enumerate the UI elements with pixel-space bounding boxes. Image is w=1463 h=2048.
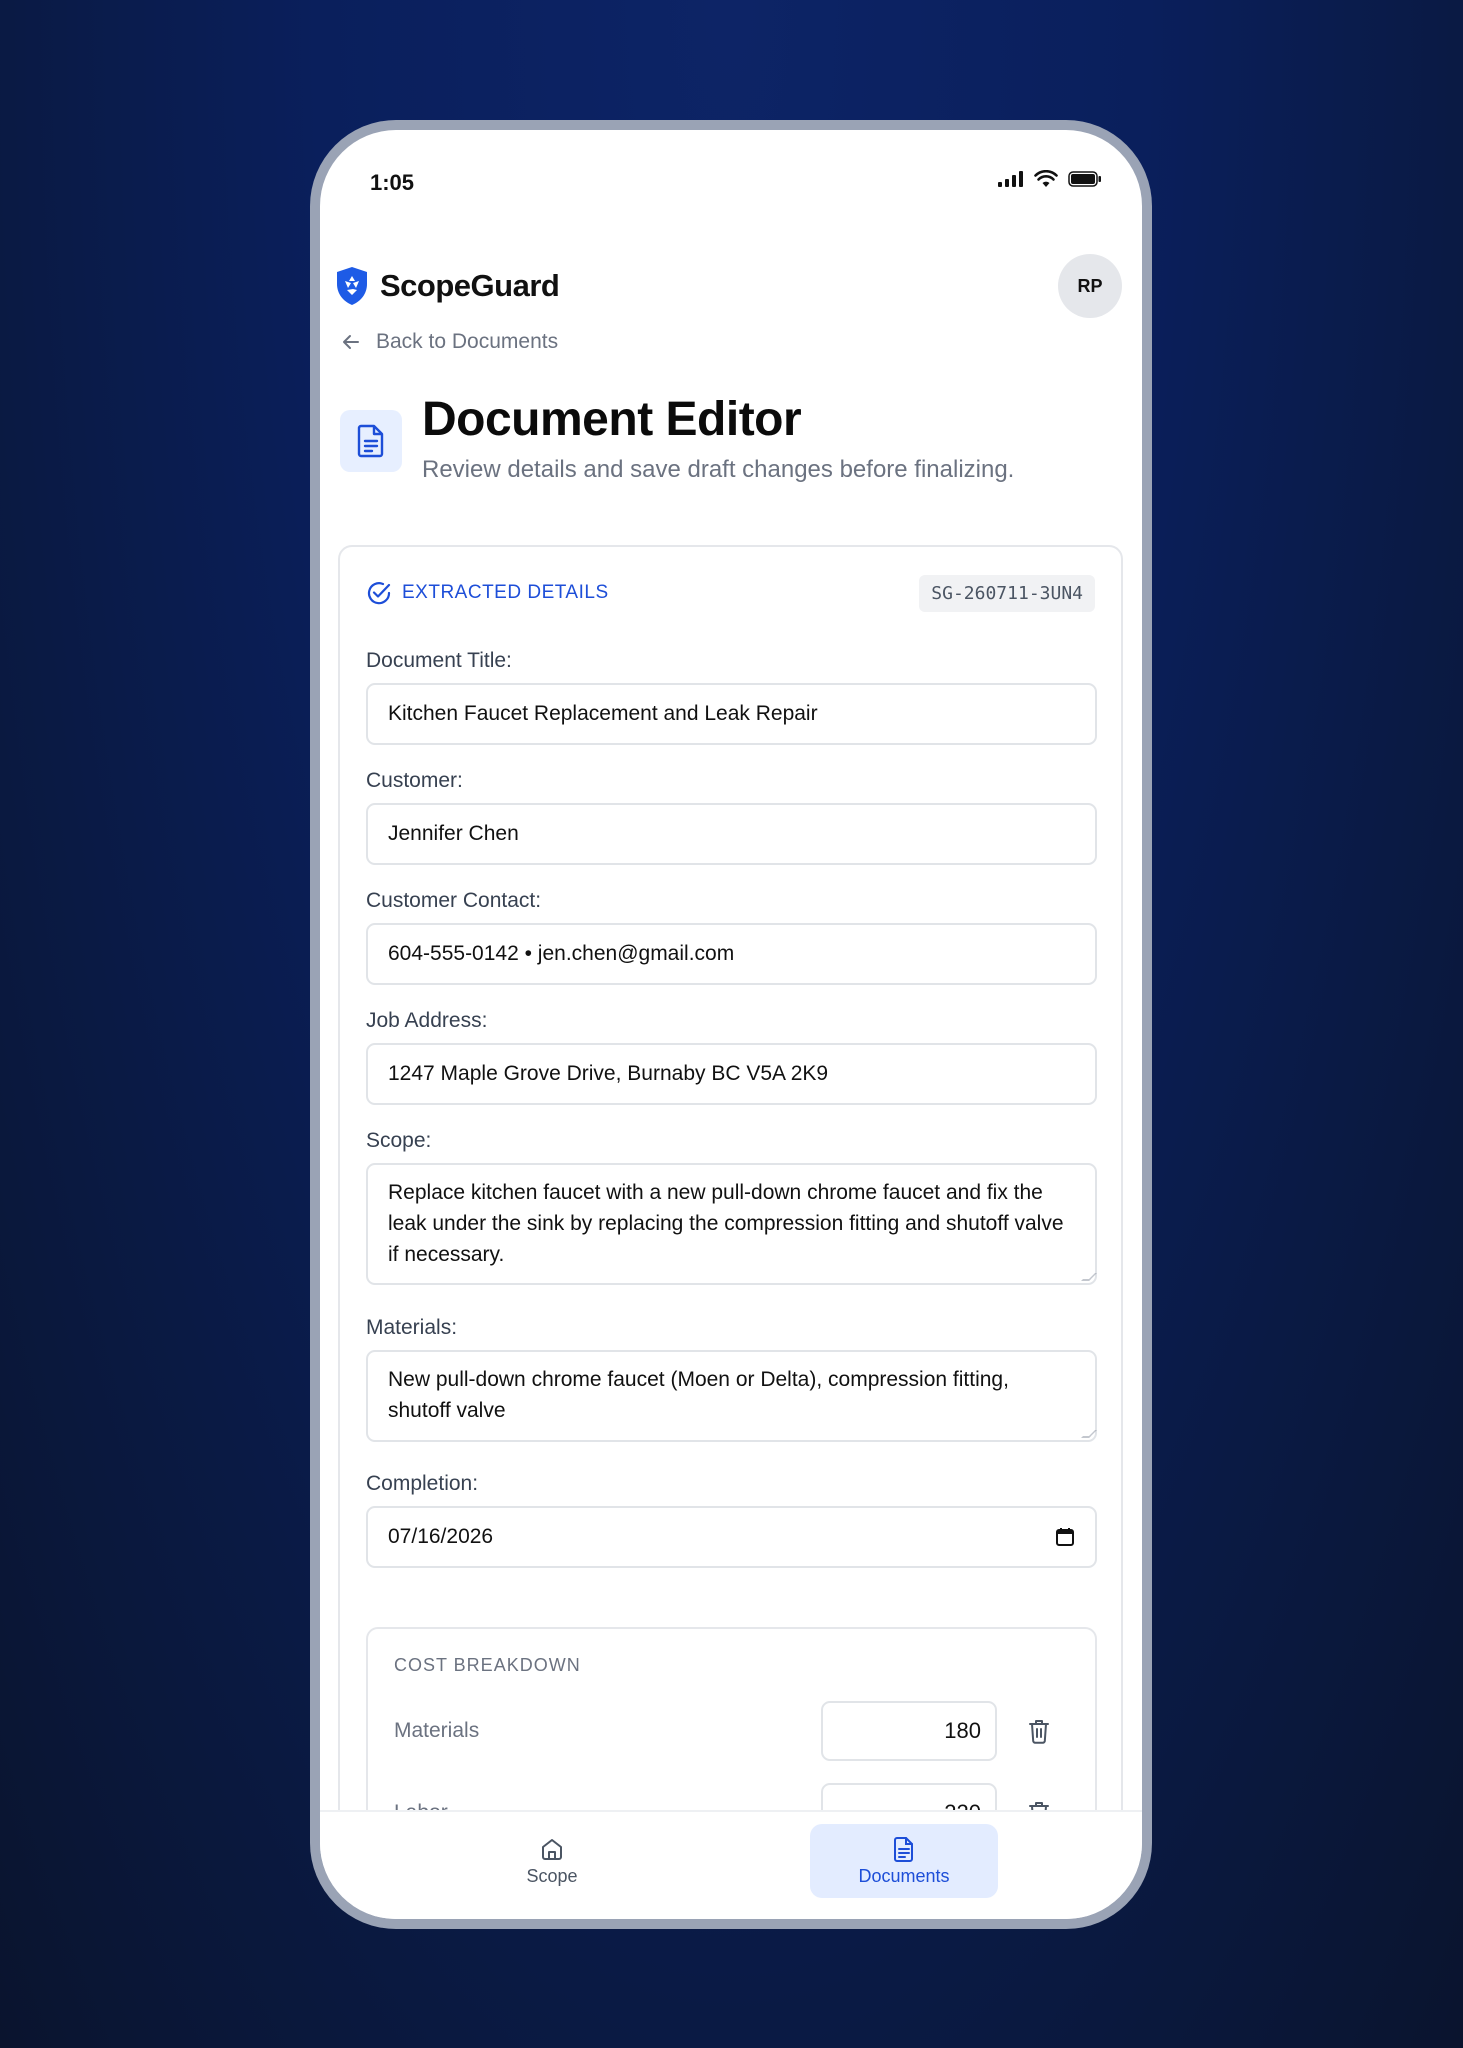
trash-icon xyxy=(1029,1802,1049,1810)
home-icon xyxy=(542,1838,562,1860)
tab-label: Scope xyxy=(526,1865,578,1886)
wifi-icon xyxy=(1034,170,1058,187)
document-badge xyxy=(340,410,402,472)
app-screen: 1:05 ScopeGuard RP Back to Documents Doc… xyxy=(320,130,1142,1919)
check-circle-icon xyxy=(367,582,391,605)
delete-row-button[interactable] xyxy=(1009,1800,1069,1810)
materials-label: Materials: xyxy=(366,1316,458,1339)
customer-input[interactable]: Jennifer Chen xyxy=(366,803,1097,865)
scope-text: Replace kitchen faucet with a new pull-d… xyxy=(388,1181,1064,1266)
completion-date-value: 07/16/2026 xyxy=(388,1525,494,1548)
extracted-details-label: EXTRACTED DETAILS xyxy=(366,580,609,606)
scope-field: Scope: Replace kitchen faucet with a new… xyxy=(366,1129,1097,1285)
tab-documents[interactable]: Documents xyxy=(810,1824,998,1898)
document-title-field: Document Title: Kitchen Faucet Replaceme… xyxy=(366,649,1097,745)
details-card-header: EXTRACTED DETAILS SG-260711-3UN4 xyxy=(366,573,1095,613)
cost-row-labor: Labor 220 xyxy=(394,1783,1069,1810)
customer-contact-input[interactable]: 604-555-0142 • jen.chen@gmail.com xyxy=(366,923,1097,985)
page-subtitle: Review details and save draft changes be… xyxy=(422,456,1015,483)
cost-amount-input[interactable]: 180 xyxy=(821,1701,997,1761)
arrow-left-icon xyxy=(343,335,359,349)
delete-row-button[interactable] xyxy=(1009,1718,1069,1744)
job-address-field: Job Address: 1247 Maple Grove Drive, Bur… xyxy=(366,1009,1097,1105)
completion-date-input[interactable]: 07/16/2026 xyxy=(366,1506,1097,1568)
status-time: 1:05 xyxy=(370,170,415,195)
job-address-label: Job Address: xyxy=(366,1009,488,1032)
document-title-label: Document Title: xyxy=(366,649,512,672)
materials-field: Materials: New pull-down chrome faucet (… xyxy=(366,1316,1097,1442)
brand-name: ScopeGuard xyxy=(380,268,560,303)
avatar[interactable]: RP xyxy=(1058,254,1122,318)
trash-icon xyxy=(1029,1720,1049,1744)
resize-handle[interactable] xyxy=(1081,1273,1097,1281)
cost-row-label: Labor xyxy=(394,1801,821,1810)
tab-label: Documents xyxy=(858,1865,950,1886)
brand[interactable]: ScopeGuard xyxy=(334,266,560,306)
customer-label: Customer: xyxy=(366,769,463,792)
shield-logo-icon xyxy=(337,267,367,305)
completion-label: Completion: xyxy=(366,1472,479,1495)
cost-breakdown-title: COST BREAKDOWN xyxy=(394,1655,581,1675)
phone-frame: 1:05 ScopeGuard RP Back to Documents Doc… xyxy=(310,120,1152,1929)
signal-icon xyxy=(998,171,1023,187)
document-icon xyxy=(357,424,384,458)
document-id-badge: SG-260711-3UN4 xyxy=(919,574,1095,612)
document-icon xyxy=(894,1836,913,1862)
battery-icon xyxy=(1068,171,1101,187)
tab-scope[interactable]: Scope xyxy=(458,1824,646,1898)
page-title: Document Editor xyxy=(422,393,802,446)
calendar-icon[interactable] xyxy=(1055,1527,1075,1547)
bottom-tab-bar: Scope Documents xyxy=(320,1810,1142,1919)
cost-row-materials: Materials 180 xyxy=(394,1701,1069,1761)
customer-field: Customer: Jennifer Chen xyxy=(366,769,1097,865)
resize-handle[interactable] xyxy=(1081,1430,1097,1438)
scope-label: Scope: xyxy=(366,1129,432,1152)
page-header: Document Editor Review details and save … xyxy=(340,388,1122,484)
cost-row-label: Materials xyxy=(394,1719,480,1742)
cost-breakdown-card: COST BREAKDOWN Materials 180 Labor 220 xyxy=(366,1627,1097,1810)
materials-text: New pull-down chrome faucet (Moen or Del… xyxy=(388,1368,1009,1422)
app-header: ScopeGuard RP xyxy=(334,254,1122,318)
status-bar: 1:05 xyxy=(320,130,1142,230)
back-label: Back to Documents xyxy=(376,330,559,353)
document-title-input[interactable]: Kitchen Faucet Replacement and Leak Repa… xyxy=(366,683,1097,745)
details-card: EXTRACTED DETAILS SG-260711-3UN4 Documen… xyxy=(338,545,1123,1810)
section-label-text: EXTRACTED DETAILS xyxy=(402,582,609,603)
completion-field: Completion: 07/16/2026 xyxy=(366,1472,1097,1568)
scroll-content[interactable]: 1:05 ScopeGuard RP Back to Documents Doc… xyxy=(320,130,1142,1810)
customer-contact-label: Customer Contact: xyxy=(366,889,542,912)
job-address-input[interactable]: 1247 Maple Grove Drive, Burnaby BC V5A 2… xyxy=(366,1043,1097,1105)
customer-contact-field: Customer Contact: 604-555-0142 • jen.che… xyxy=(366,889,1097,985)
materials-textarea[interactable]: New pull-down chrome faucet (Moen or Del… xyxy=(366,1350,1097,1442)
back-to-documents-link[interactable]: Back to Documents xyxy=(340,330,558,354)
scope-textarea[interactable]: Replace kitchen faucet with a new pull-d… xyxy=(366,1163,1097,1285)
cost-amount-input[interactable]: 220 xyxy=(821,1783,997,1810)
status-icons xyxy=(998,170,1102,188)
